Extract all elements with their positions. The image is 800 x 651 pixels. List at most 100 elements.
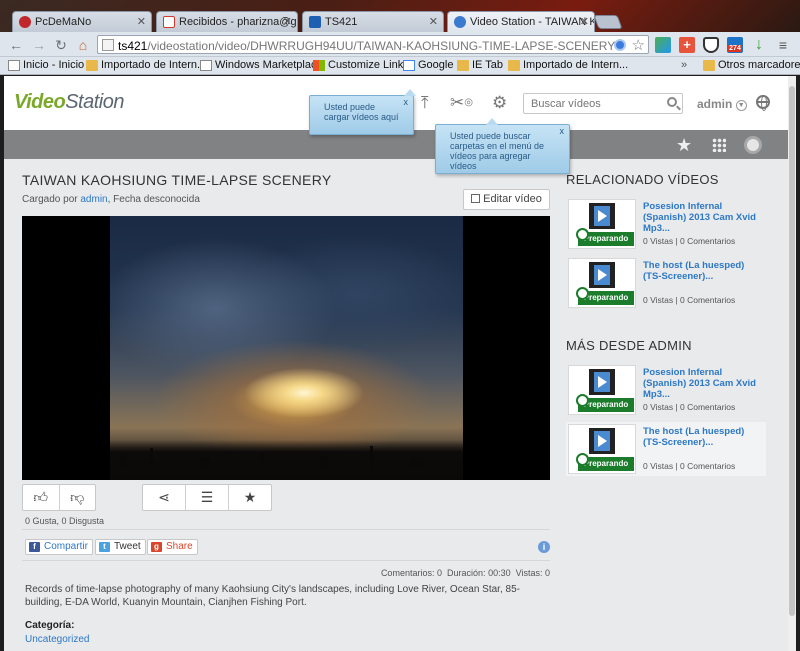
download-extension-icon[interactable]: ↓: [751, 37, 767, 53]
other-bookmarks-folder[interactable]: Otros marcadores: [703, 59, 800, 71]
video-title: TAIWAN KAOHSIUNG TIME-LAPSE SCENERY: [22, 172, 332, 188]
add-to-playlist-button[interactable]: ☰: [186, 485, 229, 510]
video-stats: Comentarios: 0 Duración: 00:30 Vistas: 0: [380, 568, 550, 578]
search-box: [523, 93, 683, 114]
city-skyline: [110, 440, 463, 480]
bookmark-item[interactable]: IE Tab: [457, 59, 503, 71]
film-icon: [589, 369, 615, 395]
likes-count: 0 Gusta, 0 Disgusta: [25, 516, 105, 526]
tools-icon[interactable]: ✂◎: [450, 94, 473, 112]
grid-view-icon[interactable]: [712, 138, 726, 152]
bookmark-item[interactable]: Importado de Intern...: [508, 59, 628, 71]
shield-extension-icon[interactable]: [703, 37, 719, 53]
forward-arrow-icon[interactable]: →: [31, 37, 47, 53]
page-viewport: VideoStation ⤒ ✂◎ ⚙ admin ▼ ★ TAIWAN KAO…: [4, 76, 796, 651]
bookmark-item[interactable]: Google: [403, 59, 453, 71]
video-thumbnail[interactable]: Preparando: [568, 424, 636, 474]
more-video-item[interactable]: Preparando The host (La huesped) (TS-Scr…: [566, 422, 766, 476]
tab-close-icon[interactable]: ✕: [580, 15, 589, 28]
comments-count: 0: [436, 568, 442, 578]
search-input[interactable]: [524, 94, 654, 113]
bookmark-item[interactable]: Importado de Intern...: [86, 59, 206, 71]
facebook-share-button[interactable]: f Compartir: [25, 539, 93, 555]
more-video-item[interactable]: Preparando Posesion Infernal (Spanish) 2…: [566, 363, 766, 417]
browser-tab-video-station[interactable]: Video Station - TAIWAN K ✕: [447, 11, 595, 33]
scrollbar-thumb[interactable]: [789, 86, 795, 616]
bookmarks-overflow-chevron[interactable]: »: [681, 59, 687, 71]
search-provider-icon[interactable]: [614, 39, 626, 51]
gear-icon[interactable]: ⚙: [492, 94, 507, 112]
video-frame: [110, 216, 463, 480]
more-video-link[interactable]: The host (La huesped) (TS-Screener)...: [643, 426, 761, 448]
video-thumbnail[interactable]: Preparando: [568, 258, 636, 308]
category-link[interactable]: Uncategorized: [25, 634, 89, 645]
page-icon: [8, 60, 20, 71]
bookmark-star-icon[interactable]: ☆: [632, 36, 645, 54]
home-icon[interactable]: ⌂: [75, 37, 91, 53]
video-station-logo[interactable]: VideoStation: [14, 91, 124, 114]
film-reel-icon[interactable]: [744, 136, 762, 154]
edit-video-button[interactable]: Editar vídeo: [463, 189, 550, 210]
page-scrollbar[interactable]: [788, 76, 796, 651]
folders-tooltip: x Usted puede buscar carpetas en el menú…: [435, 118, 570, 174]
status-badge: Preparando: [576, 287, 634, 305]
page-icon: [200, 60, 212, 71]
wrench-menu-icon[interactable]: ≡: [775, 37, 791, 53]
tooltip-close-icon[interactable]: x: [560, 126, 565, 136]
related-video-meta: 0 Vistas | 0 Comentarios: [643, 236, 736, 246]
twitter-share-button[interactable]: t Tweet: [95, 539, 146, 555]
action-buttons: ⋖ ☰ ★: [142, 484, 272, 511]
language-globe-icon[interactable]: [756, 95, 770, 111]
tooltip-close-icon[interactable]: x: [404, 97, 409, 107]
related-video-link[interactable]: The host (La huesped) (TS-Screener)...: [643, 260, 761, 282]
pinterest-icon: [19, 16, 31, 28]
uploader-link[interactable]: admin: [80, 194, 107, 205]
notification-extension-icon[interactable]: 274: [727, 37, 743, 53]
search-icon[interactable]: [667, 97, 677, 107]
address-bar[interactable]: ts421/videostation/video/DHWRRUGH94UU/TA…: [97, 35, 649, 54]
maps-extension-icon[interactable]: [655, 37, 671, 53]
browser-toolbar: ← → ↻ ⌂ ts421/videostation/video/DHWRRUG…: [0, 32, 800, 57]
browser-tab-ts421[interactable]: TS421 ✕: [302, 11, 444, 32]
video-thumbnail[interactable]: Preparando: [568, 365, 636, 415]
tab-close-icon[interactable]: ✕: [283, 15, 292, 28]
reload-icon[interactable]: ↻: [53, 37, 69, 53]
star-icon[interactable]: ★: [676, 136, 692, 154]
video-player[interactable]: [22, 216, 550, 480]
new-tab-button[interactable]: [593, 15, 623, 29]
back-arrow-icon[interactable]: ←: [8, 37, 24, 53]
related-video-item[interactable]: Preparando Posesion Infernal (Spanish) 2…: [566, 197, 766, 251]
bookmark-item[interactable]: Windows Marketplace: [200, 59, 323, 71]
related-video-item[interactable]: Preparando The host (La huesped) (TS-Scr…: [566, 256, 766, 310]
related-video-link[interactable]: Posesion Infernal (Spanish) 2013 Cam Xvi…: [643, 201, 761, 234]
upload-icon[interactable]: ⤒: [421, 94, 429, 112]
more-video-link[interactable]: Posesion Infernal (Spanish) 2013 Cam Xvi…: [643, 367, 761, 400]
folder-icon: [457, 60, 469, 71]
google-plus-share-button[interactable]: g Share: [147, 539, 198, 555]
folder-icon: [86, 60, 98, 71]
tab-close-icon[interactable]: ✕: [137, 15, 146, 28]
windows-icon: [313, 60, 325, 71]
info-icon[interactable]: i: [538, 541, 550, 553]
tab-close-icon[interactable]: ✕: [429, 15, 438, 28]
like-button[interactable]: 👍︎: [23, 485, 60, 510]
dislike-button[interactable]: 👎︎: [60, 485, 96, 510]
video-thumbnail[interactable]: Preparando: [568, 199, 636, 249]
bookmark-item[interactable]: Customize Links: [313, 59, 409, 71]
browser-tab-pcdemano[interactable]: PcDeMaNo ✕: [12, 11, 152, 32]
qnap-icon: [309, 16, 321, 28]
gmail-icon: [163, 16, 175, 28]
user-menu[interactable]: admin ▼: [697, 97, 747, 111]
plus-extension-icon[interactable]: +: [679, 37, 695, 53]
bookmark-item[interactable]: Inicio - Inicio: [8, 59, 84, 71]
folder-icon: [508, 60, 520, 71]
share-icon: ⋖: [158, 489, 170, 505]
favorite-button[interactable]: ★: [229, 485, 271, 510]
status-badge: Preparando: [576, 228, 634, 246]
browser-tab-gmail[interactable]: Recibidos - pharizna@gm ✕: [156, 11, 298, 32]
bookmarks-bar: Inicio - Inicio Importado de Intern... W…: [0, 57, 800, 75]
url-path: /videostation/video/DHWRRUGH94UU/TAIWAN-…: [147, 39, 616, 53]
film-icon: [589, 428, 615, 454]
facebook-icon: f: [29, 542, 40, 552]
share-button[interactable]: ⋖: [143, 485, 186, 510]
